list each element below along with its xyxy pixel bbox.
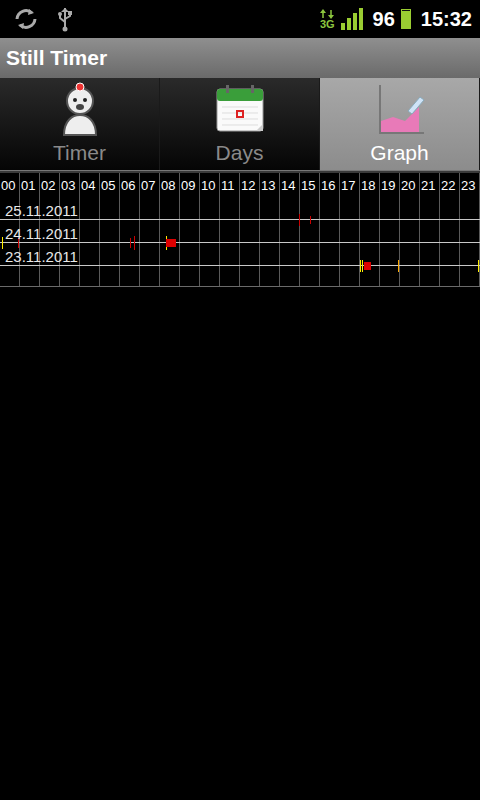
calendar-icon (212, 81, 268, 137)
activity-mark (478, 260, 479, 272)
sync-icon (12, 7, 40, 31)
hour-tick: 01 (20, 178, 40, 200)
battery-icon (401, 9, 411, 29)
hour-tick: 14 (280, 178, 300, 200)
tab-label[interactable]: Days (216, 137, 264, 169)
signal-bars (341, 8, 363, 30)
hour-tick: 10 (200, 178, 220, 200)
hour-tick: 02 (40, 178, 60, 200)
graph-bottom (0, 269, 480, 287)
hour-tick: 03 (60, 178, 80, 200)
signal-bar (341, 23, 345, 30)
day-date: 25.11.2011 (0, 200, 480, 219)
hour-tick: 16 (320, 178, 340, 200)
activity-mark (360, 260, 361, 272)
day-date: 23.11.2011 (0, 246, 480, 265)
hour-tick: 19 (380, 178, 400, 200)
graph-icon (372, 81, 428, 137)
activity-mark (134, 236, 135, 250)
day-graph: 0001020304050607080910111213141516171819… (0, 173, 480, 287)
day-row: 24.11.2011 (0, 223, 480, 246)
hour-tick: 11 (220, 178, 240, 200)
tab[interactable]: Graph (320, 78, 480, 170)
hour-tick: 08 (160, 178, 180, 200)
hour-tick: 09 (180, 178, 200, 200)
signal-bar (359, 8, 363, 30)
hour-tick: 07 (140, 178, 160, 200)
day-row: 23.11.2011 (0, 246, 480, 269)
hour-tick: 12 (240, 178, 260, 200)
tab[interactable]: Timer (0, 78, 160, 170)
title-bar: Still Timer (0, 38, 480, 78)
battery-fill (402, 11, 410, 28)
activity-mark (364, 262, 371, 270)
activity-mark (2, 237, 3, 249)
activity-mark (166, 239, 176, 247)
tab[interactable]: Days (160, 78, 320, 170)
hour-tick: 23 (460, 178, 480, 200)
hour-tick: 21 (420, 178, 440, 200)
hour-tick: 15 (300, 178, 320, 200)
usb-icon (56, 6, 74, 32)
battery-percent: 96 (373, 9, 395, 29)
tab-label[interactable]: Graph (370, 137, 428, 169)
hour-tick: 17 (340, 178, 360, 200)
notification-icons (12, 6, 74, 32)
activity-mark (299, 214, 300, 226)
activity-mark (310, 216, 311, 224)
activity-mark (362, 260, 363, 272)
timer-icon (52, 81, 108, 137)
day-date: 24.11.2011 (0, 223, 480, 242)
hour-axis: 0001020304050607080910111213141516171819… (0, 173, 480, 200)
tab-bar: Timer Days Graph (0, 78, 480, 170)
network-type: 3G (320, 19, 335, 30)
signal-bar (347, 18, 351, 30)
day-row: 25.11.2011 (0, 200, 480, 223)
status-indicators: 3G 96 15:32 (320, 8, 472, 30)
signal-bar (353, 13, 357, 30)
hour-tick: 13 (260, 178, 280, 200)
activity-mark (398, 260, 399, 272)
day-line (0, 242, 480, 243)
hour-tick: 20 (400, 178, 420, 200)
hour-tick: 06 (120, 178, 140, 200)
tab-label[interactable]: Timer (53, 137, 106, 169)
clock: 15:32 (421, 9, 472, 29)
hour-tick: 04 (80, 178, 100, 200)
hour-tick: 22 (440, 178, 460, 200)
app-title: Still Timer (6, 42, 107, 74)
status-bar: 3G 96 15:32 (0, 0, 480, 38)
activity-mark (130, 238, 131, 248)
day-line (0, 219, 480, 220)
hour-tick: 05 (100, 178, 120, 200)
hour-tick: 00 (0, 178, 20, 200)
data-arrows-icon (320, 9, 334, 19)
hour-tick: 18 (360, 178, 380, 200)
network-indicator: 3G (320, 9, 335, 30)
day-line (0, 265, 480, 266)
